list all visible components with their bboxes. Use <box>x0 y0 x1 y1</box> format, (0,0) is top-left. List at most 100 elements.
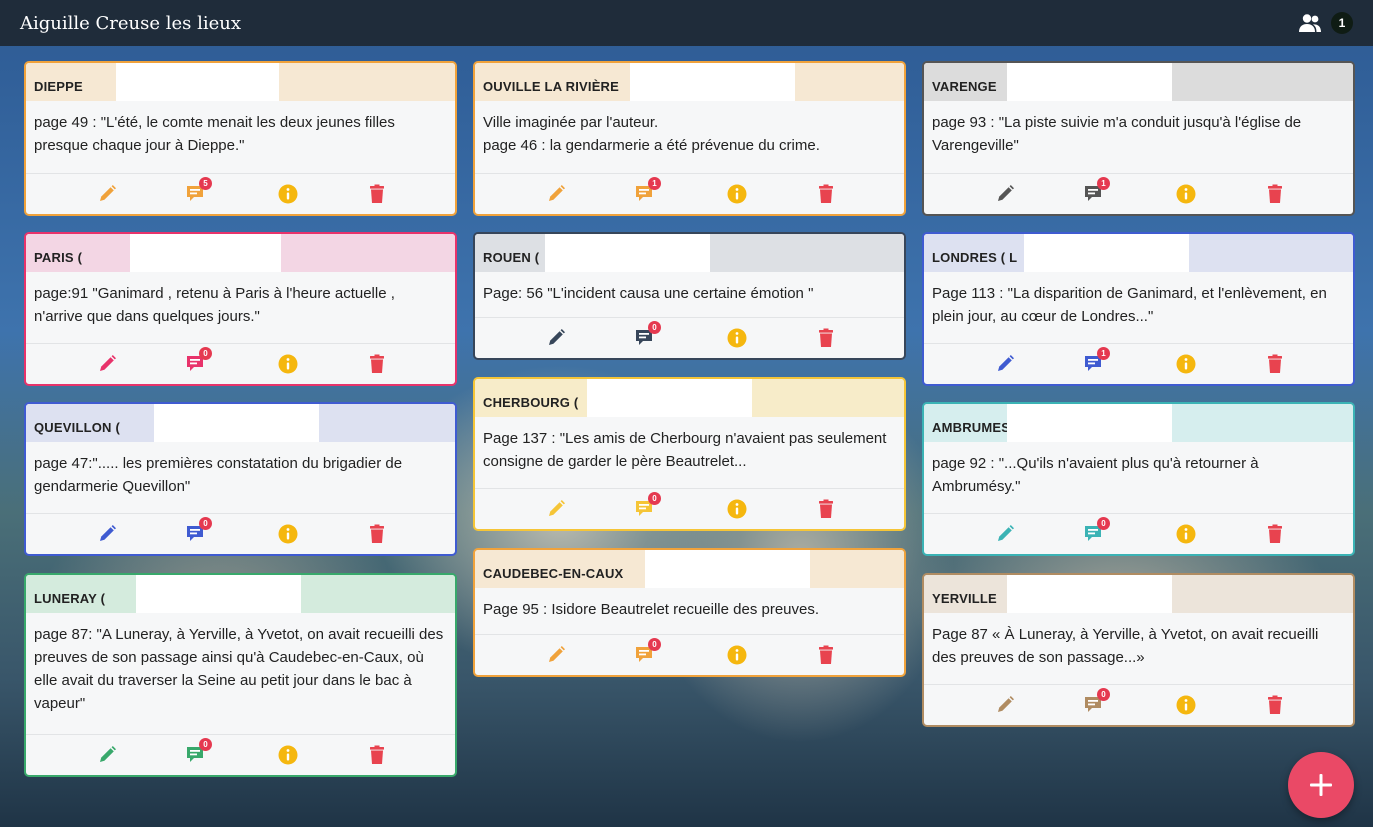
comments-button[interactable]: 0 <box>1083 517 1110 545</box>
edit-button[interactable] <box>96 523 118 545</box>
card-title: YERVILLE <box>932 591 997 606</box>
card-actions: 0 <box>475 488 904 529</box>
card-header: LONDRES ( L <box>924 234 1353 272</box>
comments-button[interactable]: 0 <box>634 638 661 666</box>
edit-button[interactable] <box>96 353 118 375</box>
place-card[interactable]: YERVILLE Page 87 « À Luneray, à Yerville,… <box>922 573 1355 727</box>
card-title: ROUEN ( <box>483 250 540 265</box>
redaction-block <box>545 234 710 272</box>
place-card[interactable]: ROUEN (Page: 56 "L'incident causa une ce… <box>473 232 906 360</box>
info-button[interactable] <box>726 498 748 520</box>
delete-button[interactable] <box>815 498 837 520</box>
edit-button[interactable] <box>994 353 1016 375</box>
card-actions: 0 <box>475 634 904 675</box>
users-icon[interactable] <box>1298 13 1322 33</box>
place-card[interactable]: OUVILLE LA RIVIÈRE Ville imaginée par l'a… <box>473 61 906 216</box>
delete-button[interactable] <box>1264 523 1286 545</box>
card-actions: 0 <box>475 317 904 358</box>
card-title: QUEVILLON ( <box>34 420 120 435</box>
place-card[interactable]: LONDRES ( L Page 113 : "La disparition de… <box>922 232 1355 386</box>
plus-icon <box>1310 774 1332 796</box>
add-card-button[interactable] <box>1288 752 1354 818</box>
redaction-block <box>1007 404 1172 442</box>
info-button[interactable] <box>277 523 299 545</box>
comment-count-badge: 0 <box>648 492 661 505</box>
card-header: YERVILLE <box>924 575 1353 613</box>
delete-button[interactable] <box>815 183 837 205</box>
comments-button[interactable]: 0 <box>634 321 661 349</box>
info-icon <box>1175 694 1197 716</box>
card-title: CHERBOURG ( <box>483 395 579 410</box>
comment-count-badge: 0 <box>199 738 212 751</box>
comment-count-badge: 5 <box>199 177 212 190</box>
comments-button[interactable]: 5 <box>185 177 212 205</box>
edit-button[interactable] <box>545 498 567 520</box>
comments-button[interactable]: 0 <box>1083 688 1110 716</box>
card-text: page 93 : "La piste suivie m'a conduit j… <box>932 114 1302 154</box>
comment-count-badge: 0 <box>199 517 212 530</box>
card-actions: 0 <box>924 513 1353 554</box>
place-card[interactable]: DIEPPE page 49 : "L'été, le comte menait … <box>24 61 457 216</box>
info-icon <box>1175 353 1197 375</box>
info-button[interactable] <box>726 327 748 349</box>
card-title: AMBRUMES <box>932 420 1011 435</box>
place-card[interactable]: CAUDEBEC-EN-CAUX Page 95 : Isidore Beautr… <box>473 548 906 677</box>
comments-button[interactable]: 1 <box>1083 347 1110 375</box>
info-button[interactable] <box>726 183 748 205</box>
card-header: DIEPPE <box>26 63 455 101</box>
delete-button[interactable] <box>1264 694 1286 716</box>
card-text: Page 137 : "Les amis de Cherbourg n'avai… <box>483 430 887 470</box>
edit-button[interactable] <box>96 183 118 205</box>
comments-button[interactable]: 0 <box>185 517 212 545</box>
info-button[interactable] <box>726 644 748 666</box>
info-button[interactable] <box>1175 523 1197 545</box>
info-button[interactable] <box>1175 353 1197 375</box>
redaction-block <box>1024 234 1189 272</box>
comments-button[interactable]: 1 <box>634 177 661 205</box>
pencil-icon <box>994 694 1016 716</box>
comments-button[interactable]: 0 <box>185 347 212 375</box>
pencil-icon <box>96 744 118 766</box>
edit-button[interactable] <box>994 523 1016 545</box>
edit-button[interactable] <box>545 183 567 205</box>
info-button[interactable] <box>277 353 299 375</box>
comments-button[interactable]: 0 <box>634 492 661 520</box>
card-actions: 0 <box>26 343 455 384</box>
card-title: PARIS ( <box>34 250 83 265</box>
edit-button[interactable] <box>545 644 567 666</box>
card-title: LONDRES ( L <box>932 250 1018 265</box>
delete-button[interactable] <box>815 644 837 666</box>
card-actions: 0 <box>924 684 1353 725</box>
delete-button[interactable] <box>366 353 388 375</box>
place-card[interactable]: AMBRUMES page 92 : "...Qu'ils n'avaient p… <box>922 402 1355 556</box>
trash-icon <box>815 327 837 349</box>
place-card[interactable]: PARIS (page:91 "Ganimard , retenu à Pari… <box>24 232 457 386</box>
pencil-icon <box>545 498 567 520</box>
place-card[interactable]: QUEVILLON (page 47:"..... les premières … <box>24 402 457 556</box>
place-card[interactable]: CHERBOURG ( Page 137 : "Les amis de Cherb… <box>473 377 906 531</box>
redaction-block <box>136 575 301 613</box>
pencil-icon <box>994 523 1016 545</box>
delete-button[interactable] <box>366 744 388 766</box>
delete-button[interactable] <box>1264 353 1286 375</box>
delete-button[interactable] <box>815 327 837 349</box>
edit-button[interactable] <box>96 744 118 766</box>
info-button[interactable] <box>277 744 299 766</box>
place-card[interactable]: LUNERAY (page 87: "A Luneray, à Yerville… <box>24 573 457 777</box>
card-title: OUVILLE LA RIVIÈRE <box>483 79 620 94</box>
edit-button[interactable] <box>994 694 1016 716</box>
delete-button[interactable] <box>366 523 388 545</box>
edit-button[interactable] <box>545 327 567 349</box>
comment-count-badge: 0 <box>1097 517 1110 530</box>
info-button[interactable] <box>277 183 299 205</box>
place-card[interactable]: VARENGE page 93 : "La piste suivie m'a co… <box>922 61 1355 216</box>
comments-button[interactable]: 1 <box>1083 177 1110 205</box>
delete-button[interactable] <box>1264 183 1286 205</box>
comments-button[interactable]: 0 <box>185 738 212 766</box>
card-actions: 0 <box>26 513 455 554</box>
edit-button[interactable] <box>994 183 1016 205</box>
info-button[interactable] <box>1175 694 1197 716</box>
delete-button[interactable] <box>366 183 388 205</box>
comment-count-badge: 1 <box>1097 177 1110 190</box>
info-button[interactable] <box>1175 183 1197 205</box>
